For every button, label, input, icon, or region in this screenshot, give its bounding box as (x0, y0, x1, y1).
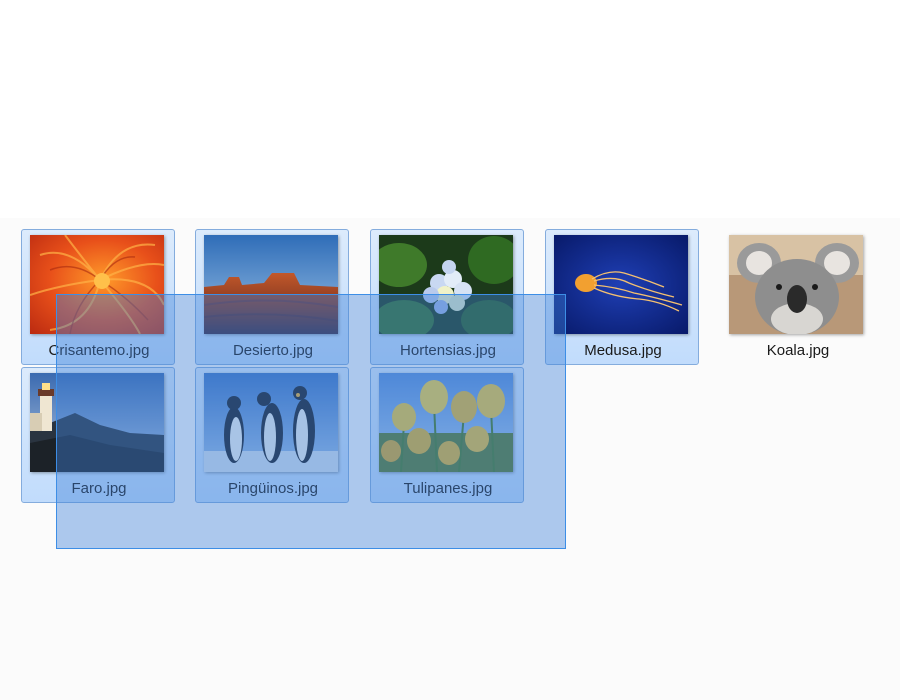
file-item-medusa[interactable]: Medusa.jpg (545, 229, 699, 365)
file-name-label: Hortensias.jpg (400, 342, 496, 359)
explorer-window: Crisantemo.jpg Desierto.jpg Hortensias.j… (0, 0, 900, 700)
file-name-label: Desierto.jpg (232, 342, 314, 359)
chrysanthemum-image (30, 235, 164, 334)
file-name-label: Crisantemo.jpg (48, 342, 150, 359)
hydrangeas-image (379, 235, 513, 334)
koala-thumbnail (729, 235, 863, 334)
blank-area (0, 0, 900, 218)
file-item-tulipanes[interactable]: Tulipanes.jpg (370, 367, 524, 503)
desert-image (204, 235, 338, 334)
file-name-label: Tulipanes.jpg (403, 480, 493, 497)
file-item-faro[interactable]: Faro.jpg (21, 367, 175, 503)
file-name-label: Koala.jpg (766, 342, 830, 359)
lighthouse-thumbnail (30, 373, 164, 472)
penguins-image (204, 373, 338, 472)
file-name-label: Medusa.jpg (584, 342, 662, 359)
jellyfish-thumbnail (554, 235, 688, 334)
lighthouse-image (30, 373, 164, 472)
file-item-crisantemo[interactable]: Crisantemo.jpg (21, 229, 175, 365)
koala-image (729, 235, 863, 334)
penguins-thumbnail (204, 373, 338, 472)
file-item-koala[interactable]: Koala.jpg (720, 229, 874, 365)
file-item-pinguinos[interactable]: Pingüinos.jpg (195, 367, 349, 503)
file-item-desierto[interactable]: Desierto.jpg (195, 229, 349, 365)
hydrangeas-thumbnail (379, 235, 513, 334)
file-name-label: Faro.jpg (71, 480, 127, 497)
desert-thumbnail (204, 235, 338, 334)
file-name-label: Pingüinos.jpg (227, 480, 319, 497)
chrysanthemum-thumbnail (30, 235, 164, 334)
jellyfish-image (554, 235, 688, 334)
file-item-hortensias[interactable]: Hortensias.jpg (370, 229, 524, 365)
tulips-thumbnail (379, 373, 513, 472)
tulips-image (379, 373, 513, 472)
